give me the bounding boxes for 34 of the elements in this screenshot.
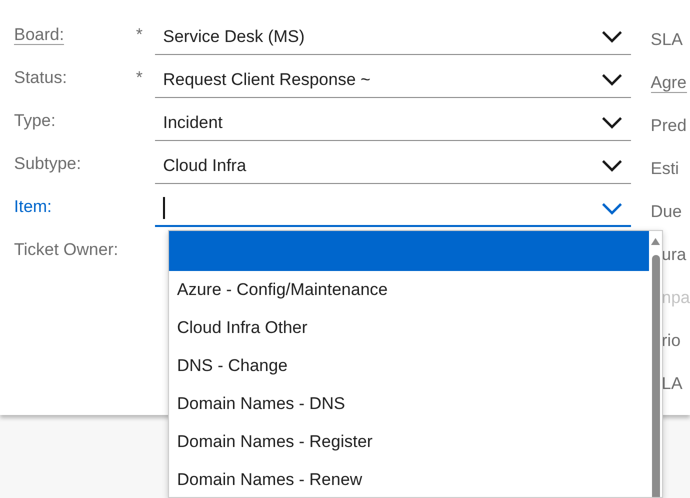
field-label: Ticket Owner: xyxy=(14,240,118,258)
field-label: SLA xyxy=(650,30,683,49)
field-label: Agre xyxy=(650,73,687,93)
dropdown-option[interactable]: Domain Names - Renew xyxy=(169,461,649,497)
field-label: rio xyxy=(662,331,681,350)
scrollbar[interactable] xyxy=(649,231,662,497)
field-label: Board: xyxy=(14,24,64,44)
field-label: Type: xyxy=(14,110,56,130)
field-label: Status: xyxy=(14,68,67,86)
field-label: LA xyxy=(662,374,682,393)
dropdown-option[interactable]: Domain Names - Register xyxy=(169,423,649,461)
select-field[interactable]: Incident xyxy=(155,105,631,141)
select-field[interactable]: Service Desk (MS) xyxy=(155,19,631,55)
field-label: Esti xyxy=(650,159,679,178)
dropdown-option[interactable]: DNS - Change xyxy=(169,347,649,385)
required-asterisk: * xyxy=(136,24,143,44)
select-field[interactable]: Cloud Infra xyxy=(155,148,631,184)
text-cursor xyxy=(163,197,165,219)
chevron-down-icon[interactable] xyxy=(600,159,623,172)
field-label: Item: xyxy=(14,196,52,216)
chevron-down-icon[interactable] xyxy=(600,116,623,129)
field-label: Pred xyxy=(650,116,687,135)
field-label: Subtype: xyxy=(14,154,82,172)
dropdown-option[interactable]: Cloud Infra Other xyxy=(169,309,649,347)
select-field[interactable]: Request Client Response ~ xyxy=(155,62,631,98)
dropdown-option[interactable]: Domain Names - DNS xyxy=(169,385,649,423)
field-label: Due xyxy=(650,202,682,221)
scroll-up-icon[interactable] xyxy=(651,238,660,245)
dropdown-option[interactable]: Azure - Config/Maintenance xyxy=(169,271,649,309)
required-asterisk: * xyxy=(136,68,143,86)
chevron-down-icon[interactable] xyxy=(600,30,623,43)
field-label: ura xyxy=(662,245,686,264)
chevron-down-icon[interactable] xyxy=(600,73,623,86)
field-label: npa xyxy=(662,288,690,307)
